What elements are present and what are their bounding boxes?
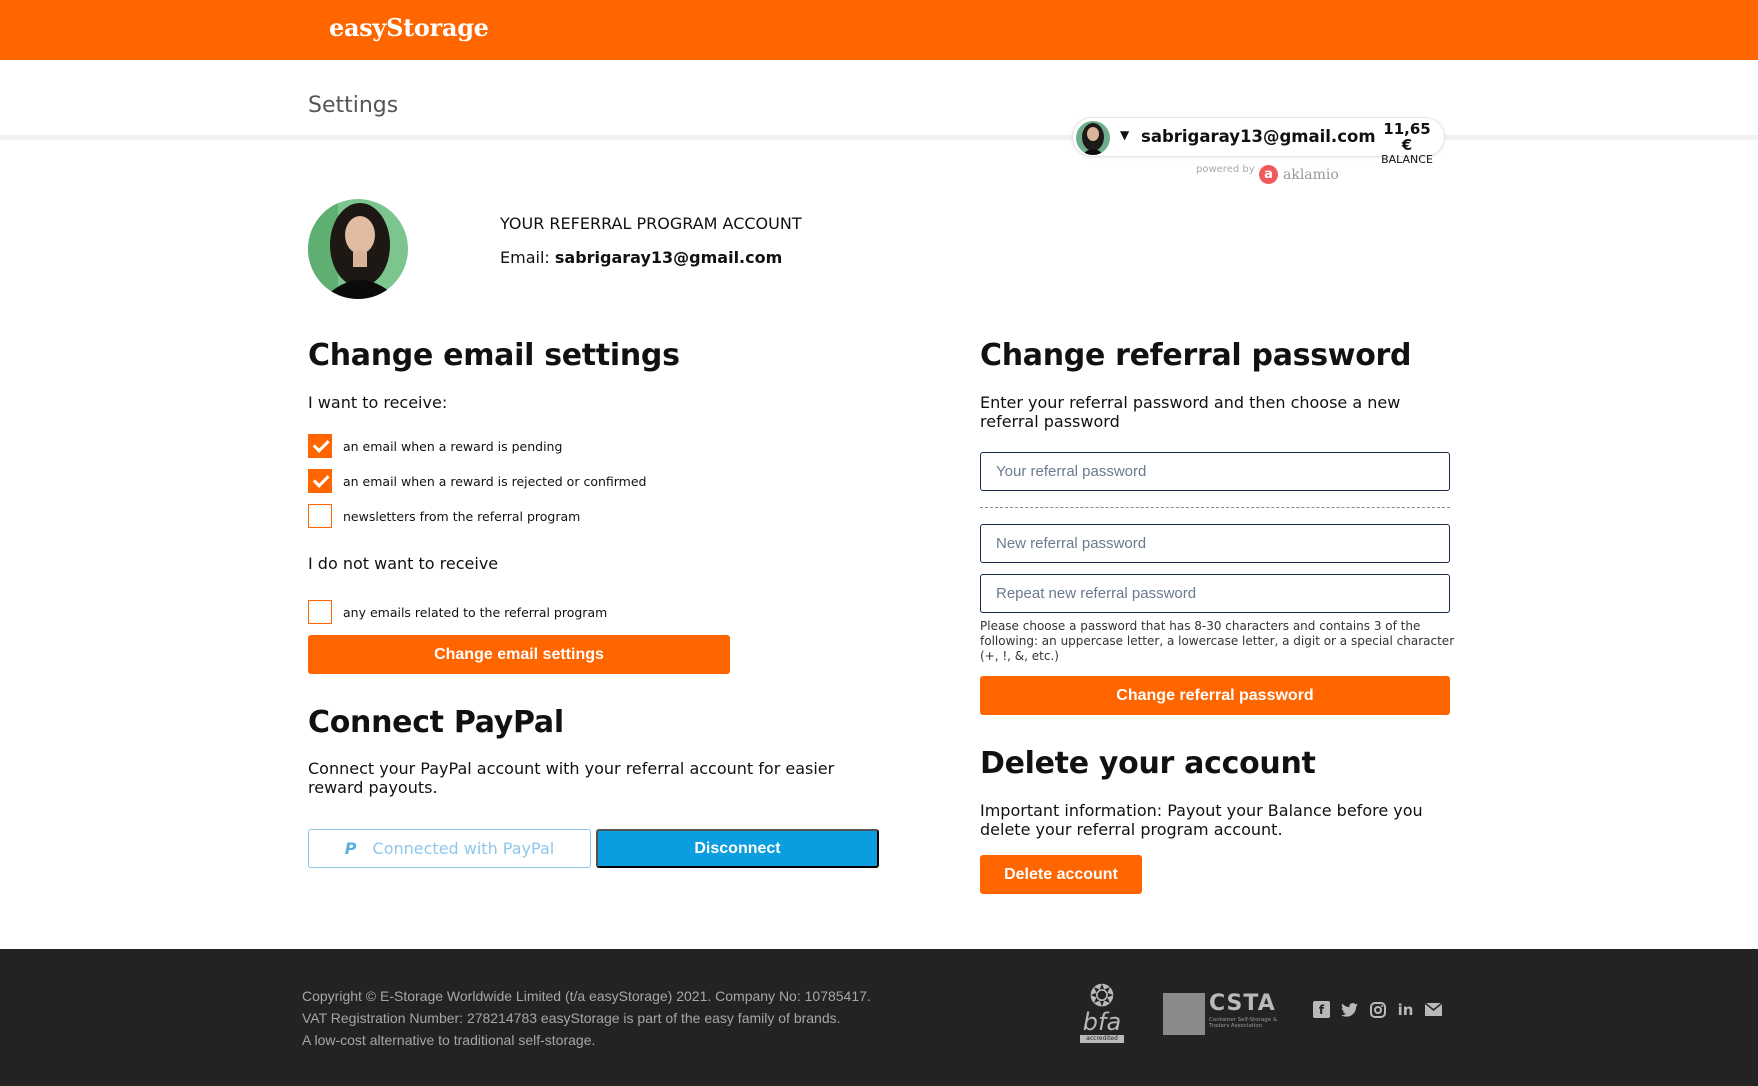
footer: Copyright © E-Storage Worldwide Limited … [0,949,1758,1086]
facebook-icon[interactable]: f [1313,1001,1330,1018]
paypal-description: Connect your PayPal account with your re… [308,759,835,797]
repeat-password-input[interactable] [980,574,1450,613]
widget-email: sabrigaray13@gmail.com [1141,127,1376,146]
instagram-icon[interactable] [1369,1001,1386,1018]
footer-copyright: Copyright © E-Storage Worldwide Limited … [302,985,871,1051]
bfa-logo: ❂ bfa accredited [1080,979,1124,1051]
csta-logo: CSTA Container Self-Storage & Traders As… [1163,991,1278,1037]
checkbox-opt-out[interactable] [308,600,332,624]
disconnect-button[interactable]: Disconnect [596,829,879,868]
twitter-icon[interactable] [1341,1001,1358,1018]
paypal-heading: Connect PayPal [308,705,564,740]
balance-label: BALANCE [1381,153,1433,166]
password-description: Enter your referral password and then ch… [980,393,1401,431]
top-bar: easyStorage [0,0,1758,60]
checkbox-reward-rejected-confirmed[interactable] [308,469,332,493]
option-label: newsletters from the referral program [343,508,581,524]
csta-mark-icon [1163,993,1205,1035]
profile-avatar [308,199,408,299]
email-icon[interactable] [1425,1001,1442,1018]
linkedin-icon[interactable]: in [1397,1001,1414,1019]
delete-account-button[interactable]: Delete account [980,855,1142,894]
account-email: Email: sabrigaray13@gmail.com [500,248,782,267]
aklamio-text: aklamio [1283,166,1339,183]
settings-bar: Settings [0,60,1758,140]
account-balance-widget[interactable]: ▼ sabrigaray13@gmail.com 11,65 € BALANCE [1072,117,1445,166]
divider [980,507,1450,508]
csta-text: CSTA [1209,991,1276,1016]
option-reward-rejected-confirmed[interactable]: an email when a reward is rejected or co… [308,469,646,493]
bfa-text: bfa [1082,1008,1122,1036]
bfa-accredited: accredited [1080,1035,1124,1043]
account-email-label: Email: [500,248,550,267]
option-newsletters[interactable]: newsletters from the referral program [308,504,580,528]
aklamio-icon: a [1259,165,1278,184]
option-label: any emails related to the referral progr… [343,604,608,620]
option-label: an email when a reward is rejected or co… [343,473,647,489]
delete-heading: Delete your account [980,746,1316,781]
paypal-icon: P [344,839,357,858]
balance-amount: 11,65 € [1383,120,1431,154]
delete-description: Important information: Payout your Balan… [980,801,1423,839]
paypal-connected-label: Connected with PayPal [372,839,555,858]
checkbox-reward-pending[interactable] [308,434,332,458]
social-links: f in [1313,1001,1442,1019]
change-password-button[interactable]: Change referral password [980,676,1450,715]
password-hint: Please choose a password that has 8-30 c… [980,619,1455,663]
password-heading: Change referral password [980,338,1412,373]
aklamio-logo[interactable]: a aklamio [1259,164,1339,186]
page-title: Settings [308,93,399,118]
option-reward-pending[interactable]: an email when a reward is pending [308,434,562,458]
email-settings-heading: Change email settings [308,338,680,373]
not-receive-label: I do not want to receive [308,554,499,573]
bfa-mark-icon: ❂ [1089,979,1115,1014]
footer-line: Copyright © E-Storage Worldwide Limited … [302,988,871,1004]
balance: 11,65 € BALANCE [1377,121,1437,167]
footer-line: A low-cost alternative to traditional se… [302,1032,596,1048]
account-title: YOUR REFERRAL PROGRAM ACCOUNT [500,214,802,233]
option-opt-out[interactable]: any emails related to the referral progr… [308,600,607,624]
powered-by-text: powered by [1196,164,1255,175]
csta-subtext: Container Self-Storage & Traders Associa… [1209,1017,1278,1029]
change-email-settings-button[interactable]: Change email settings [308,635,730,674]
footer-line: VAT Registration Number: 278214783 easyS… [302,1010,841,1026]
checkbox-newsletters[interactable] [308,504,332,528]
new-password-input[interactable] [980,524,1450,563]
option-label: an email when a reward is pending [343,438,563,454]
easystorage-logo[interactable]: easyStorage [329,13,489,42]
receive-label: I want to receive: [308,393,448,412]
paypal-connected-button[interactable]: P Connected with PayPal [308,829,591,868]
current-password-input[interactable] [980,452,1450,491]
account-email-value: sabrigaray13@gmail.com [554,248,783,267]
avatar [1076,121,1110,155]
chevron-down-icon[interactable]: ▼ [1120,128,1129,142]
